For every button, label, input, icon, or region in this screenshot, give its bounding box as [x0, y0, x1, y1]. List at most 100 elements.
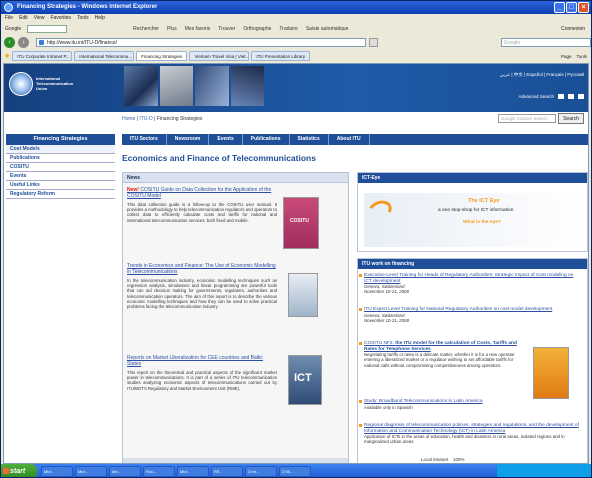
- print-icon[interactable]: [578, 94, 584, 99]
- google-toolbar: Google Rechercher Plus Mes favoris Trouv…: [1, 23, 591, 35]
- financing-item-link[interactable]: Regional diagnosis of telecommunication …: [364, 423, 582, 434]
- address-input[interactable]: http://www.itu.int/ITU-D/finance/: [36, 37, 366, 47]
- cositu-cover-image[interactable]: COSITU: [283, 197, 319, 249]
- taskbar-item[interactable]: Micr...: [75, 466, 107, 477]
- browser-search-input[interactable]: Google: [501, 37, 591, 47]
- tab-financing[interactable]: Financing Strategies: [136, 51, 188, 61]
- menu-tools[interactable]: Tools: [77, 14, 89, 23]
- address-bar: ‹ › http://www.itu.int/ITU-D/finance/ Go…: [1, 35, 591, 49]
- advanced-search-link[interactable]: Advanced Search: [518, 94, 554, 99]
- financing-item-link[interactable]: COSITU NF2: the ITU model for the calcul…: [364, 341, 529, 352]
- sidebar-item-useful-links[interactable]: Useful Links: [6, 181, 115, 190]
- tab-bar: ★ ITU Corporate Intranet P... Internatio…: [1, 49, 591, 63]
- news-item-desc: This report on the theoretical and pract…: [127, 370, 277, 391]
- minimize-button[interactable]: _: [554, 2, 565, 13]
- news-item-link[interactable]: New! COSITU Guide on Data Collection for…: [127, 187, 277, 199]
- financing-item: ITU Expert Level Training for National R…: [359, 307, 582, 323]
- tab-intranet[interactable]: ITU Corporate Intranet P...: [12, 51, 73, 61]
- taskbar-item[interactable]: Micr...: [41, 466, 73, 477]
- ict-eye-title: ICT-Eye: [358, 173, 587, 183]
- nav-newsroom[interactable]: Newsroom: [167, 134, 210, 145]
- menu-help[interactable]: Help: [95, 14, 105, 23]
- google-connect-link[interactable]: Connexion: [561, 26, 591, 32]
- taskbar-item[interactable]: Inb...: [109, 466, 141, 477]
- right-column: ICT-Eye The ICT Eye a one stop-shop for …: [357, 172, 588, 463]
- breadcrumb-itud[interactable]: ITU-D: [139, 116, 152, 122]
- maximize-button[interactable]: □: [566, 2, 577, 13]
- news-item: Reports on Market Liberalization for CEE…: [127, 355, 277, 391]
- zoom-level[interactable]: 100%: [453, 457, 465, 462]
- taskbar-item[interactable]: Micr...: [177, 466, 209, 477]
- financing-item-link[interactable]: ITU Expert Level Training for National R…: [364, 307, 582, 313]
- sidebar-item-cositu[interactable]: COSITU: [6, 163, 115, 172]
- itu-banner: International Telecommunication Union عر…: [4, 64, 588, 112]
- sidebar-item-publications[interactable]: Publications: [6, 154, 115, 163]
- ict-eye-desc: a one stop-shop for ICT information: [438, 208, 514, 213]
- google-tool-bookmarks[interactable]: Mes favoris: [185, 26, 211, 32]
- taskbar-item[interactable]: 3 Int...: [245, 466, 277, 477]
- google-label: Google: [5, 26, 22, 32]
- financing-item-link[interactable]: Executive-Level Training for Heads of Re…: [364, 273, 582, 284]
- itu-org-name: International Telecommunication Union: [36, 76, 74, 91]
- breadcrumb-home[interactable]: Home: [122, 116, 135, 122]
- taskbar-item[interactable]: RE...: [211, 466, 243, 477]
- ict-eye-name[interactable]: The ICT Eye: [468, 198, 499, 204]
- menu-view[interactable]: View: [34, 14, 45, 23]
- google-tool-autofill[interactable]: Saisie automatique: [306, 26, 349, 32]
- tab-itu[interactable]: International Telecommu...: [74, 51, 135, 61]
- sitemap-icon[interactable]: [558, 94, 564, 99]
- news-item-link[interactable]: Trends in Economics and Finance: The Use…: [127, 263, 277, 275]
- page-title: Economics and Finance of Telecommunicati…: [122, 153, 316, 163]
- nav-about-itu[interactable]: About ITU: [329, 134, 370, 145]
- sidebar-item-events[interactable]: Events: [6, 172, 115, 181]
- email-icon[interactable]: [568, 94, 574, 99]
- favorites-star-icon[interactable]: ★: [4, 52, 10, 60]
- cositu-cd-image[interactable]: [533, 347, 569, 399]
- news-item-desc: This data collection guide is a follow-u…: [127, 202, 277, 223]
- go-button[interactable]: [369, 37, 378, 47]
- google-search-input[interactable]: [27, 25, 68, 33]
- sidebar: Financing Strategies Cost Models Publica…: [6, 134, 115, 199]
- google-tool-spell[interactable]: Orthographe: [243, 26, 271, 32]
- financing-item: Study: Broadband Telecommunications in L…: [359, 399, 582, 410]
- news-item-link[interactable]: Reports on Market Liberalization for CEE…: [127, 355, 277, 367]
- taskbar-item[interactable]: 2 Mi...: [279, 466, 311, 477]
- back-button[interactable]: ‹: [4, 36, 15, 48]
- google-tool-search[interactable]: Rechercher: [133, 26, 159, 32]
- tab-vietnam[interactable]: Vietnam Travel Visa | Viet...: [189, 51, 250, 61]
- financing-item: COSITU NF2: the ITU model for the calcul…: [359, 341, 529, 368]
- google-tool-more[interactable]: Plus: [167, 26, 177, 32]
- news-item: Trends in Economics and Finance: The Use…: [127, 263, 277, 309]
- google-tool-translate[interactable]: Traduire: [279, 26, 297, 32]
- nav-publications[interactable]: Publications: [243, 134, 290, 145]
- sidebar-item-cost-models[interactable]: Cost Models: [6, 145, 115, 154]
- page-menu[interactable]: Page: [561, 54, 572, 59]
- system-tray: [497, 464, 591, 477]
- menu-edit[interactable]: Edit: [19, 14, 28, 23]
- news-box: News New! COSITU Guide on Data Collectio…: [122, 172, 349, 463]
- ict-cover-image[interactable]: ICT: [288, 355, 322, 405]
- ict-eye-what-link[interactable]: What is the eye?: [463, 220, 501, 225]
- sidebar-item-regulatory-reform[interactable]: Regulatory Reform: [6, 190, 115, 199]
- trends-cover-image[interactable]: [288, 273, 318, 317]
- menu-favorites[interactable]: Favorites: [50, 14, 71, 23]
- itu-globe-logo[interactable]: [9, 72, 33, 96]
- nav-events[interactable]: Events: [209, 134, 243, 145]
- financing-item: Regional diagnosis of telecommunication …: [359, 423, 582, 445]
- tab-presentation[interactable]: ITU Presentation Library: [251, 51, 311, 61]
- nav-statistics[interactable]: Statistics: [290, 134, 329, 145]
- site-search-input[interactable]: Google Custom Search: [498, 114, 556, 123]
- taskbar-item[interactable]: Rou...: [143, 466, 175, 477]
- window-title: Financing Strategies - Windows Internet …: [17, 4, 158, 10]
- browser-window: Financing Strategies - Windows Internet …: [0, 0, 592, 478]
- site-search-button[interactable]: Search: [558, 113, 584, 124]
- tools-menu[interactable]: Tools: [576, 54, 587, 59]
- menu-file[interactable]: File: [5, 14, 13, 23]
- language-links[interactable]: عربي | 中文 | Español | Français | Русский: [500, 72, 584, 78]
- nav-itu-sectors[interactable]: ITU Sectors: [122, 134, 167, 145]
- google-tool-find[interactable]: Trouver: [218, 26, 235, 32]
- windows-taskbar: start Micr... Micr... Inb... Rou... Micr…: [1, 464, 591, 477]
- forward-button[interactable]: ›: [18, 36, 29, 48]
- start-button[interactable]: start: [1, 464, 37, 477]
- close-button[interactable]: ×: [578, 2, 589, 13]
